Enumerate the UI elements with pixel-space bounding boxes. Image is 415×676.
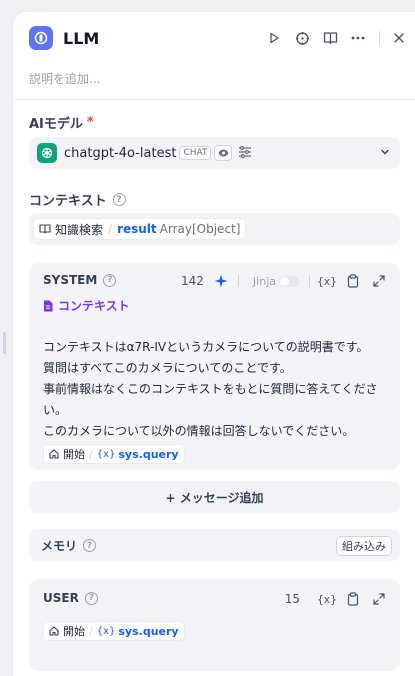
system-role-label: SYSTEM? xyxy=(43,273,117,287)
context-field[interactable]: 知識検索 / result Array[Object] xyxy=(29,213,400,245)
insert-variable-icon[interactable]: {x} xyxy=(317,272,337,290)
token-count: 15 xyxy=(284,592,300,606)
tool-divider xyxy=(309,275,310,287)
jinja-switch[interactable] xyxy=(279,275,299,287)
more-icon[interactable] xyxy=(347,27,369,49)
variable-node: 開始 xyxy=(63,448,85,461)
context-variable-chip[interactable]: 知識検索 / result Array[Object] xyxy=(33,218,247,240)
help-icon[interactable]: ? xyxy=(84,591,98,605)
model-settings-icon[interactable] xyxy=(238,145,252,161)
header-divider xyxy=(379,31,380,45)
variable-node: 知識検索 xyxy=(55,222,104,237)
context-label: コンテキスト? xyxy=(29,190,126,209)
grip-icon[interactable] xyxy=(3,332,6,354)
path-separator: / xyxy=(108,222,113,236)
prompt-line: 事前情報はなくこのコンテキストをもとに質問に答えてください。 xyxy=(43,382,378,417)
run-step-icon[interactable] xyxy=(263,27,285,49)
system-prompt-card[interactable]: SYSTEM? 142 Jinja {x} コンテキスト コンテキストはα7R-… xyxy=(29,263,400,470)
insert-variable-icon[interactable]: {x} xyxy=(317,590,337,608)
document-icon xyxy=(43,300,53,312)
query-variable-chip[interactable]: 開始 / {x} sys.query xyxy=(43,444,185,464)
copy-icon[interactable] xyxy=(344,590,362,608)
context-label-text: コンテキスト xyxy=(29,194,107,209)
jinja-toggle[interactable]: Jinja xyxy=(253,275,299,288)
memory-label-text: メモリ xyxy=(41,539,78,553)
expand-icon[interactable] xyxy=(370,272,388,290)
variable-type: Array[Object] xyxy=(159,222,241,236)
system-prompt-text[interactable]: コンテキストはα7R-IVというカメラについての説明書です。 質問はすべてこのカ… xyxy=(43,337,400,442)
variable-name: sys.query xyxy=(118,447,179,461)
query-variable-chip[interactable]: 開始 / {x} sys.query xyxy=(43,621,185,641)
vision-icon xyxy=(214,145,233,161)
model-label: AIモデル * xyxy=(29,113,94,132)
builtin-badge[interactable]: 組み込み xyxy=(336,536,392,556)
description-input[interactable]: 説明を追加... xyxy=(29,70,100,87)
token-count: 142 xyxy=(181,274,204,288)
variable-node: 開始 xyxy=(63,625,85,638)
home-icon xyxy=(49,449,59,459)
model-selector[interactable]: chatgpt-4o-latest CHAT xyxy=(29,137,400,169)
variable-icon: {x} xyxy=(96,625,116,637)
variable-name: sys.query xyxy=(118,624,179,638)
path-separator: / xyxy=(89,624,93,638)
help-crosshair-icon[interactable] xyxy=(291,27,313,49)
node-panel: LLM 説明を追加... AIモデル * chatgpt-4o-latest C… xyxy=(12,12,415,676)
context-tag-label: コンテキスト xyxy=(58,299,130,313)
book-icon[interactable] xyxy=(319,27,341,49)
resize-handle[interactable] xyxy=(0,0,12,676)
panel-header: LLM 説明を追加... xyxy=(13,12,415,100)
sparkle-icon[interactable] xyxy=(214,274,228,288)
tool-divider xyxy=(237,275,239,287)
context-tag[interactable]: コンテキスト xyxy=(43,297,130,314)
variable-icon: {x} xyxy=(96,448,116,460)
node-title[interactable]: LLM xyxy=(63,28,99,50)
expand-icon[interactable] xyxy=(370,590,388,608)
model-label-text: AIモデル xyxy=(29,117,83,132)
prompt-line: 質問はすべてこのカメラについてのことです。 xyxy=(43,361,292,375)
system-role-text: SYSTEM xyxy=(43,273,98,287)
jinja-label: Jinja xyxy=(252,274,276,288)
memory-label: メモリ? xyxy=(41,537,97,554)
help-icon[interactable]: ? xyxy=(103,273,117,287)
model-name: chatgpt-4o-latest xyxy=(64,145,177,161)
openai-icon xyxy=(37,143,57,163)
prompt-line: このカメラについて以外の情報は回答しないでください。 xyxy=(43,424,355,438)
add-message-button[interactable]: + メッセージ追加 xyxy=(29,481,400,513)
copy-icon[interactable] xyxy=(344,272,362,290)
help-icon[interactable]: ? xyxy=(112,193,126,206)
path-separator: / xyxy=(89,447,93,461)
home-icon xyxy=(49,626,59,636)
prompt-line: コンテキストはα7R-IVというカメラについての説明書です。 xyxy=(43,340,369,354)
close-icon[interactable] xyxy=(388,27,410,49)
llm-node-icon xyxy=(29,26,53,50)
help-icon[interactable]: ? xyxy=(83,539,97,552)
variable-name: result xyxy=(117,222,157,236)
chevron-down-icon[interactable] xyxy=(380,146,390,160)
user-role-label: USER? xyxy=(43,591,98,605)
memory-section: メモリ? 組み込み xyxy=(29,529,400,561)
user-prompt-card[interactable]: USER? 15 {x} 開始 / {x} sys.query xyxy=(29,579,400,671)
knowledge-book-icon xyxy=(39,224,51,234)
required-mark: * xyxy=(86,115,94,130)
user-role-text: USER xyxy=(43,591,79,605)
mode-badge: CHAT xyxy=(179,146,212,160)
